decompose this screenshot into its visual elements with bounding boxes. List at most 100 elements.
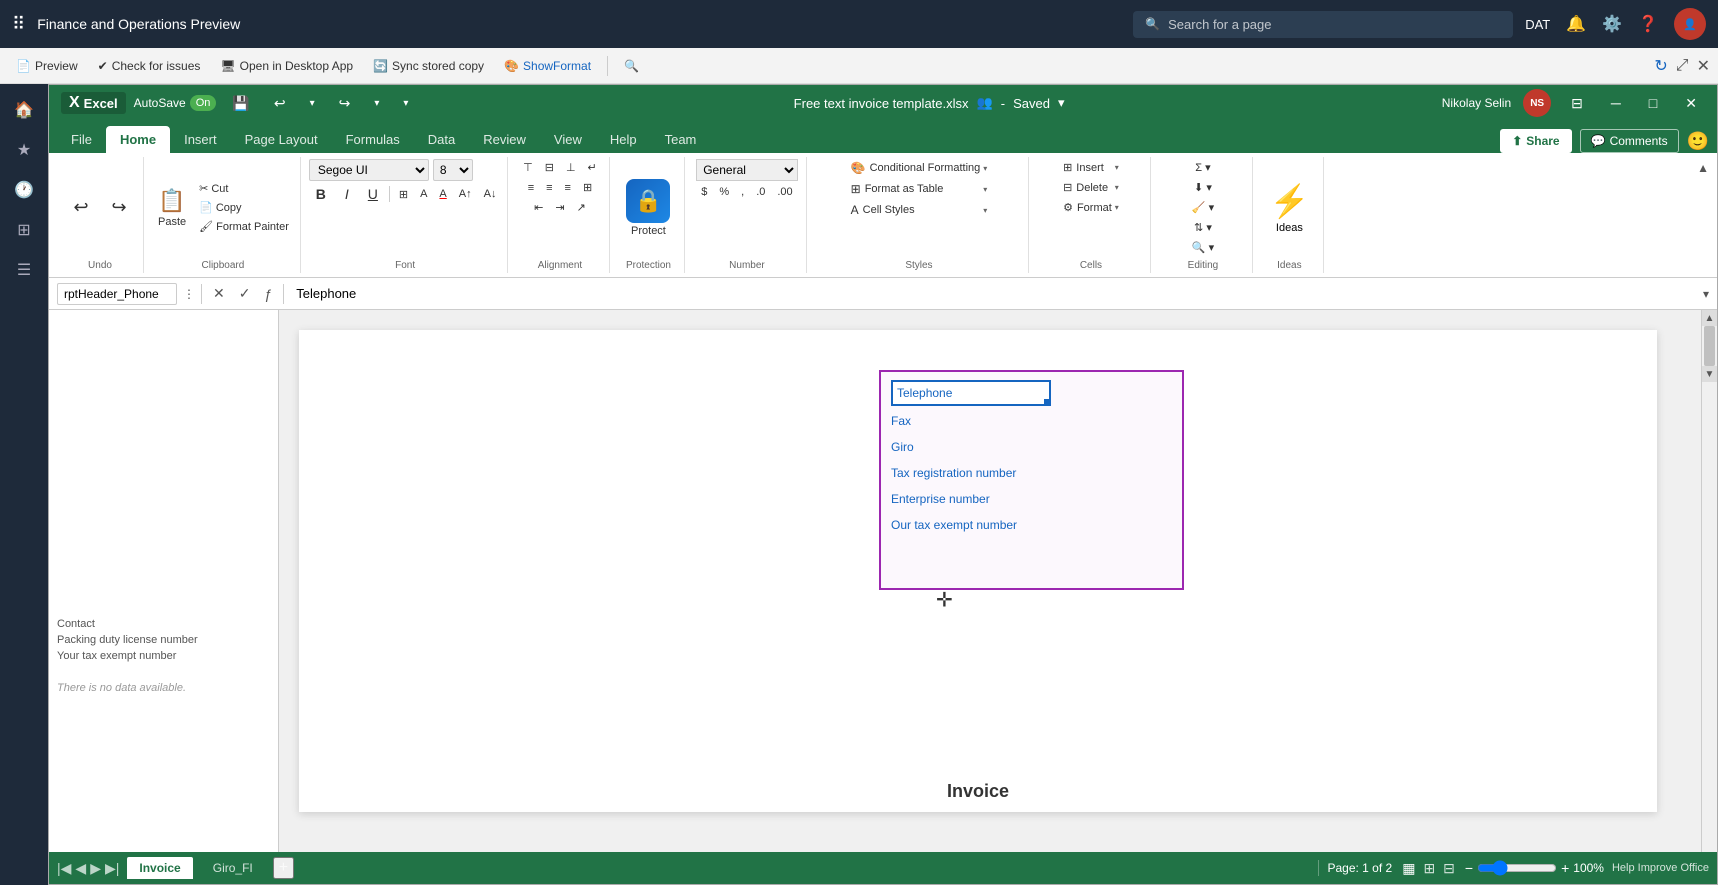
show-format-button[interactable]: 🎨 ShowFormat	[496, 55, 599, 77]
wrap-text-button[interactable]: ↵	[583, 159, 602, 176]
conditional-formatting-button[interactable]: 🎨 Conditional Formatting ▾	[846, 159, 993, 177]
formula-input[interactable]	[290, 284, 1697, 303]
sidebar-modules-icon[interactable]: ⊞	[6, 212, 42, 248]
share-button[interactable]: ⬆ Share	[1500, 129, 1571, 153]
quick-access-icon[interactable]: ▾	[395, 94, 416, 113]
tab-insert[interactable]: Insert	[170, 126, 231, 153]
close-second-bar-button[interactable]: ✕	[1697, 56, 1710, 76]
cancel-formula-button[interactable]: ✕	[208, 283, 230, 304]
redo-dropdown-icon[interactable]: ▾	[366, 94, 387, 113]
align-top-button[interactable]: ⊤	[518, 159, 538, 176]
scroll-up-button[interactable]: ▲	[1702, 310, 1717, 326]
emoji-button[interactable]: 🙂	[1687, 131, 1709, 152]
main-canvas[interactable]: Telephone Fax Giro Tax	[279, 310, 1717, 852]
ideas-button[interactable]: ⚡ Ideas	[1261, 178, 1317, 238]
save-icon[interactable]: 💾	[224, 91, 257, 116]
align-left-button[interactable]: ≡	[523, 179, 539, 196]
redo-button[interactable]: ↪	[101, 194, 137, 221]
tab-help[interactable]: Help	[596, 126, 651, 153]
sidebar-star-icon[interactable]: ★	[6, 132, 42, 168]
clear-button[interactable]: 🧹 ▾	[1187, 199, 1219, 216]
maximize-button[interactable]: □	[1641, 91, 1665, 115]
cell-enterprise[interactable]: Enterprise number	[891, 492, 990, 506]
zoom-out-button[interactable]: −	[1465, 860, 1473, 876]
zoom-in-button[interactable]: +	[1561, 860, 1569, 876]
format-painter-button[interactable]: 🖌 Format Painter	[194, 218, 294, 235]
sheet-next-button[interactable]: ▶	[90, 860, 101, 877]
tab-data[interactable]: Data	[414, 126, 469, 153]
underline-button[interactable]: U	[361, 184, 385, 204]
waffle-menu-icon[interactable]: ⠿	[12, 14, 25, 35]
minimize-button[interactable]: ─	[1603, 91, 1629, 115]
tab-review[interactable]: Review	[469, 126, 540, 153]
preview-button[interactable]: 📄 Preview	[8, 55, 86, 77]
scroll-thumb[interactable]	[1704, 326, 1715, 366]
formula-expand-button[interactable]: ▾	[1703, 287, 1709, 301]
saved-dropdown-icon[interactable]: ▾	[1058, 95, 1065, 111]
undo-icon[interactable]: ↩	[266, 91, 294, 116]
tab-page-layout[interactable]: Page Layout	[231, 126, 332, 153]
decrease-decimal-button[interactable]: .00	[772, 184, 797, 200]
cell-giro[interactable]: Giro	[891, 440, 914, 454]
font-size-select[interactable]: 8	[433, 159, 473, 181]
autosum-button[interactable]: Σ ▾	[1190, 159, 1215, 176]
comma-button[interactable]: ,	[736, 184, 749, 200]
cell-fax[interactable]: Fax	[891, 414, 911, 428]
tab-view[interactable]: View	[540, 126, 596, 153]
sheet-first-button[interactable]: |◀	[57, 860, 71, 877]
fill-color-button[interactable]: A	[415, 186, 432, 202]
find-select-button[interactable]: 🔍 ▾	[1187, 239, 1219, 256]
sidebar-list-icon[interactable]: ☰	[6, 252, 42, 288]
align-middle-button[interactable]: ⊟	[540, 159, 559, 176]
search-bar[interactable]: 🔍 Search for a page	[1133, 11, 1513, 38]
font-color-button[interactable]: A	[434, 186, 451, 202]
cut-button[interactable]: ✂ Cut	[194, 180, 294, 197]
paste-button[interactable]: 📋 Paste	[152, 185, 192, 231]
cell-styles-button[interactable]: A Cell Styles ▾	[846, 201, 993, 219]
insert-button[interactable]: ⊞ Insert ▾	[1058, 159, 1124, 176]
settings-icon[interactable]: ⚙️	[1602, 14, 1622, 34]
border-button[interactable]: ⊞	[394, 186, 413, 203]
name-box[interactable]	[57, 283, 177, 305]
autosave-toggle[interactable]: AutoSave On	[134, 95, 217, 111]
open-desktop-button[interactable]: 🖥 Open in Desktop App	[212, 55, 361, 77]
orientation-button[interactable]: ↗	[572, 199, 591, 216]
indent-decrease-button[interactable]: ⇤	[529, 199, 548, 216]
tab-team[interactable]: Team	[651, 126, 711, 153]
undo-button[interactable]: ↩	[63, 194, 99, 221]
normal-view-button[interactable]: ▦	[1400, 858, 1417, 879]
increase-font-button[interactable]: A↑	[454, 186, 477, 202]
cell-handle[interactable]	[1044, 399, 1050, 405]
tab-formulas[interactable]: Formulas	[332, 126, 414, 153]
sheet-tab-giro[interactable]: Giro_FI	[201, 857, 265, 879]
refresh-button[interactable]: ↻	[1654, 56, 1667, 76]
collapse-ribbon-button[interactable]: ▲	[1697, 161, 1709, 175]
delete-button[interactable]: ⊟ Delete ▾	[1058, 179, 1124, 196]
check-issues-button[interactable]: ✔ Check for issues	[90, 55, 209, 77]
format-button[interactable]: ⚙ Format ▾	[1058, 199, 1124, 216]
tab-home[interactable]: Home	[106, 126, 170, 153]
page-break-view-button[interactable]: ⊟	[1441, 858, 1457, 879]
decrease-font-button[interactable]: A↓	[479, 186, 502, 202]
sidebar-recent-icon[interactable]: 🕐	[6, 172, 42, 208]
sheet-prev-button[interactable]: ◀	[75, 860, 86, 877]
undo-dropdown-icon[interactable]: ▾	[302, 94, 323, 113]
increase-decimal-button[interactable]: .0	[751, 184, 770, 200]
fill-button[interactable]: ⬇ ▾	[1189, 179, 1217, 196]
protect-button[interactable]: 🔒 Protect	[618, 175, 678, 241]
percent-button[interactable]: %	[714, 184, 734, 200]
align-bottom-button[interactable]: ⊥	[561, 159, 581, 176]
align-right-button[interactable]: ≡	[560, 179, 576, 196]
sync-button[interactable]: 🔄 Sync stored copy	[365, 55, 492, 77]
notifications-icon[interactable]: 🔔	[1566, 14, 1586, 34]
ribbon-display-icon[interactable]: ⊟	[1563, 91, 1591, 116]
tab-file[interactable]: File	[57, 126, 106, 153]
merge-button[interactable]: ⊞	[578, 179, 597, 196]
expand-button[interactable]: ⤢	[1676, 57, 1689, 75]
sidebar-home-icon[interactable]: 🏠	[6, 92, 42, 128]
confirm-formula-button[interactable]: ✓	[234, 283, 256, 304]
search-button-2[interactable]: 🔍	[616, 55, 647, 77]
zoom-slider[interactable]	[1477, 860, 1557, 876]
sort-filter-button[interactable]: ⇅ ▾	[1189, 219, 1217, 236]
name-box-expand-icon[interactable]: ⋮	[183, 287, 195, 301]
